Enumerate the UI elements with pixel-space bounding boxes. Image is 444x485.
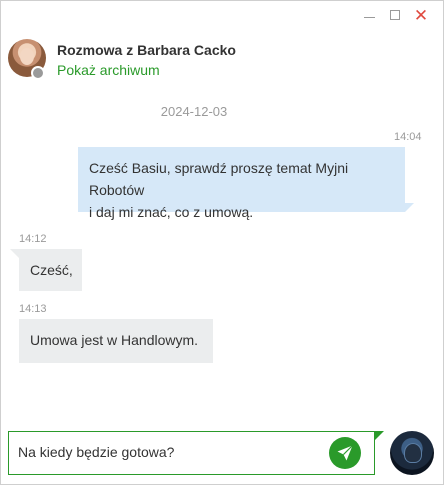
message-time: 14:12 xyxy=(19,233,47,245)
message-text-line: i daj mi znać, co z umową. xyxy=(89,204,254,220)
close-button[interactable]: ✕ xyxy=(408,6,434,24)
minimize-button[interactable] xyxy=(356,6,382,24)
incoming-bubble-tail xyxy=(10,249,19,258)
incoming-message-bubble: Cześć, xyxy=(19,249,82,291)
incoming-message-bubble: Umowa jest w Handlowym. xyxy=(19,319,213,363)
message-time: 14:04 xyxy=(394,131,422,143)
message-composer xyxy=(8,431,375,475)
close-icon: ✕ xyxy=(413,5,429,25)
outgoing-message-bubble: Cześć Basiu, sprawdź proszę temat Myjni … xyxy=(78,147,405,220)
conversation-title: Rozmowa z Barbara Cacko xyxy=(57,42,236,58)
composer-tail xyxy=(374,431,384,441)
message-input[interactable] xyxy=(18,444,318,460)
message-time: 14:13 xyxy=(19,303,47,315)
show-archive-link[interactable]: Pokaż archiwum xyxy=(57,62,160,78)
message-text-line: Cześć Basiu, sprawdź proszę temat Myjni … xyxy=(89,160,349,198)
send-icon xyxy=(337,445,353,461)
avatar-figure xyxy=(404,443,422,463)
presence-status-dot xyxy=(31,66,45,80)
date-separator: 2024-12-03 xyxy=(160,104,228,119)
message-text: Cześć, xyxy=(30,262,73,278)
message-text: Umowa jest w Handlowym. xyxy=(30,332,199,348)
maximize-icon xyxy=(390,10,400,20)
send-button[interactable] xyxy=(329,437,361,469)
window-controls: ✕ xyxy=(356,6,434,24)
avatar-face xyxy=(20,48,34,65)
outgoing-bubble-tail xyxy=(405,203,414,212)
minimize-icon xyxy=(363,16,375,18)
my-avatar xyxy=(390,431,434,475)
maximize-button[interactable] xyxy=(382,6,408,24)
